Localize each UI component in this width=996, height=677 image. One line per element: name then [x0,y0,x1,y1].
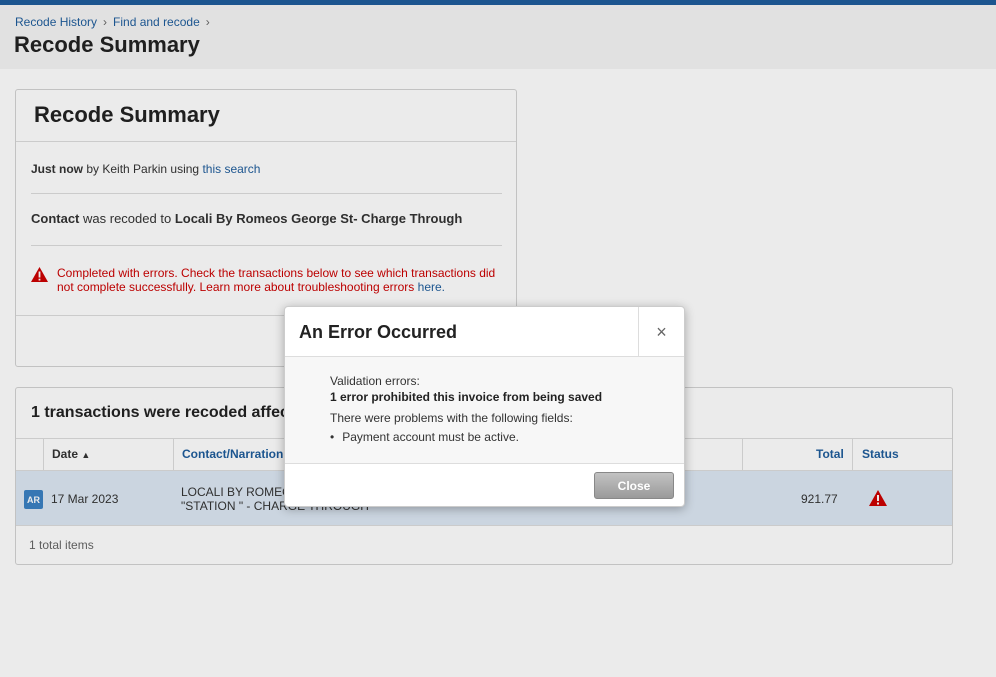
validation-label: Validation errors: [330,374,420,388]
close-button[interactable]: Close [594,472,674,499]
error-summary: 1 error prohibited this invoice from bei… [330,390,603,404]
error-dialog: An Error Occurred × Validation errors: 1… [284,306,685,507]
dialog-header: An Error Occurred × [285,307,684,357]
dialog-body: Validation errors: 1 error prohibited th… [285,357,684,464]
bullet: • [330,430,335,444]
problems-label: There were problems with the following f… [330,411,573,425]
problem-item: • Payment account must be active. [330,430,519,444]
problem-text: Payment account must be active. [342,430,519,444]
dialog-title: An Error Occurred [299,322,458,342]
close-icon[interactable]: × [638,307,684,357]
dialog-footer: Close [285,464,684,506]
